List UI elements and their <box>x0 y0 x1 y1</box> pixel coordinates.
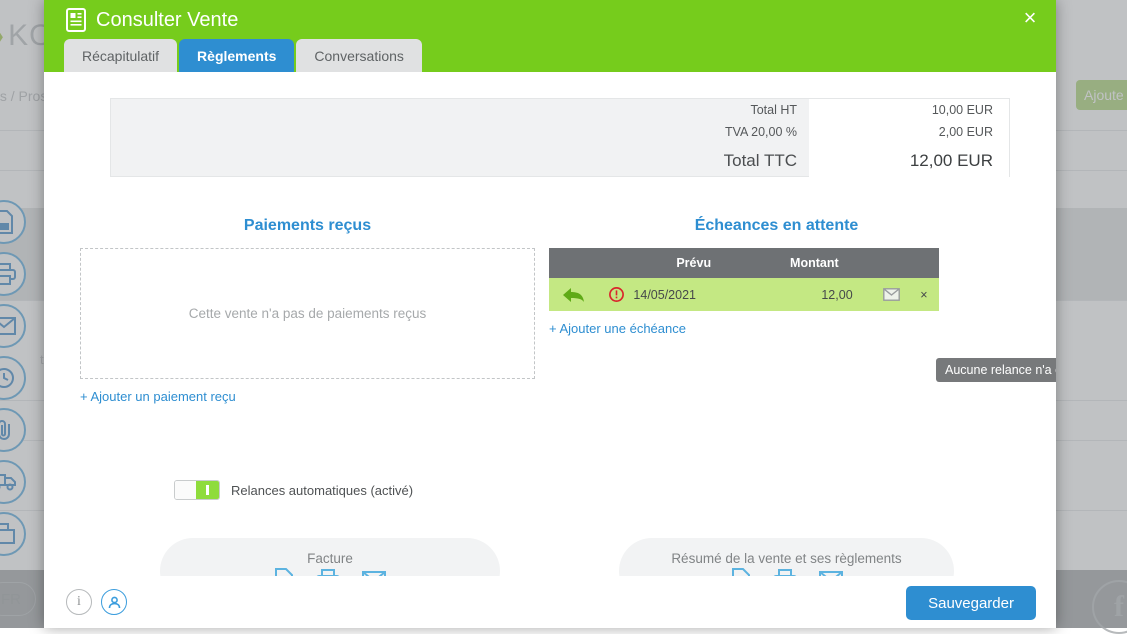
col-prevu: Prévu <box>633 248 755 278</box>
col-montant: Montant <box>754 248 875 278</box>
payments-received-section: Paiements reçus Cette vente n'a pas de p… <box>80 217 535 406</box>
toggle-on-half <box>196 481 219 499</box>
invoice-document-icon <box>66 8 86 32</box>
tab-conversations[interactable]: Conversations <box>296 39 422 72</box>
totals-panel: Total HT 10,00 EUR TVA 20,00 % 2,00 EUR … <box>110 98 1010 178</box>
total-ht-value: 10,00 EUR <box>809 99 1009 121</box>
modal-title-text: Consulter Vente <box>96 8 239 31</box>
printer-icon[interactable] <box>316 568 340 576</box>
delete-installment-button[interactable]: × <box>908 278 939 311</box>
payments-columns: Paiements reçus Cette vente n'a pas de p… <box>44 217 1056 497</box>
tva-value: 2,00 EUR <box>809 121 1009 143</box>
info-icon[interactable]: i <box>66 589 92 615</box>
pending-installments-section: Écheances en attente Prévu Montant 14/05… <box>549 217 1004 338</box>
page-title: Consulter Vente <box>66 8 238 32</box>
totals-grid: Total HT 10,00 EUR TVA 20,00 % 2,00 EUR … <box>609 99 1009 178</box>
pdf-icon[interactable] <box>274 568 294 576</box>
table-header-row: Prévu Montant <box>549 248 939 278</box>
payments-received-title: Paiements reçus <box>243 217 372 234</box>
envelope-icon[interactable] <box>874 278 909 311</box>
user-circle-icon[interactable] <box>101 589 127 615</box>
col-blank-3 <box>874 248 909 278</box>
resume-card[interactable]: Résumé de la vente et ses règlements <box>619 538 954 576</box>
total-ttc-value: 12,00 EUR <box>809 143 1009 178</box>
toggle-knob <box>206 485 209 495</box>
installment-date: 14/05/2021 <box>633 278 755 311</box>
col-blank-1 <box>549 248 600 278</box>
save-button[interactable]: Sauvegarder <box>906 586 1036 620</box>
alert-circle-icon <box>599 278 634 311</box>
total-ht-label: Total HT <box>750 103 797 117</box>
tab-recapitulatif[interactable]: Récapitulatif <box>64 39 178 72</box>
consulter-vente-modal: Consulter Vente × Récapitulatif Règlemen… <box>44 0 1056 628</box>
facture-card[interactable]: Facture <box>160 538 500 576</box>
facture-card-label: Facture <box>307 551 353 566</box>
modal-body: Total HT 10,00 EUR TVA 20,00 % 2,00 EUR … <box>44 72 1056 576</box>
total-ttc-label: Total TTC <box>723 150 797 170</box>
resume-card-icons <box>731 568 843 576</box>
col-blank-4 <box>908 248 939 278</box>
installments-table: Prévu Montant 14/05/2021 12,00 × <box>549 248 939 311</box>
tva-label: TVA 20,00 % <box>724 125 797 139</box>
pending-installments-title: Écheances en attente <box>694 217 859 234</box>
auto-reminders-row: Relances automatiques (activé) <box>174 480 413 500</box>
reply-arrow-icon[interactable] <box>549 278 600 311</box>
modal-header: Consulter Vente × Récapitulatif Règlemen… <box>44 0 1056 72</box>
footer-icons: i <box>66 589 127 615</box>
table-row[interactable]: 14/05/2021 12,00 × <box>549 278 939 311</box>
auto-reminders-label: Relances automatiques (activé) <box>231 482 414 498</box>
facture-card-icons <box>274 568 386 576</box>
reminder-tooltip: Aucune relance n'a été envoyée <box>936 358 1056 382</box>
installment-amount: 12,00 <box>754 278 875 311</box>
close-icon[interactable]: × <box>1016 4 1044 32</box>
modal-footer: i Sauvegarder <box>44 576 1056 628</box>
col-blank-2 <box>599 248 634 278</box>
payments-received-empty-text: Cette vente n'a pas de paiements reçus <box>188 306 427 321</box>
printer-icon[interactable] <box>772 568 797 576</box>
tab-reglements[interactable]: Règlements <box>179 39 295 72</box>
toggle-off-half <box>175 481 196 499</box>
resume-card-label: Résumé de la vente et ses règlements <box>671 551 902 566</box>
add-installment-link[interactable]: + Ajouter une échéance <box>549 321 686 336</box>
modal-tabs: Récapitulatif Règlements Conversations <box>64 39 422 72</box>
pdf-icon[interactable] <box>731 568 751 576</box>
payments-received-empty: Cette vente n'a pas de paiements reçus <box>80 248 535 379</box>
auto-reminders-toggle[interactable] <box>174 480 220 500</box>
add-payment-received-link[interactable]: + Ajouter un paiement reçu <box>80 389 236 404</box>
